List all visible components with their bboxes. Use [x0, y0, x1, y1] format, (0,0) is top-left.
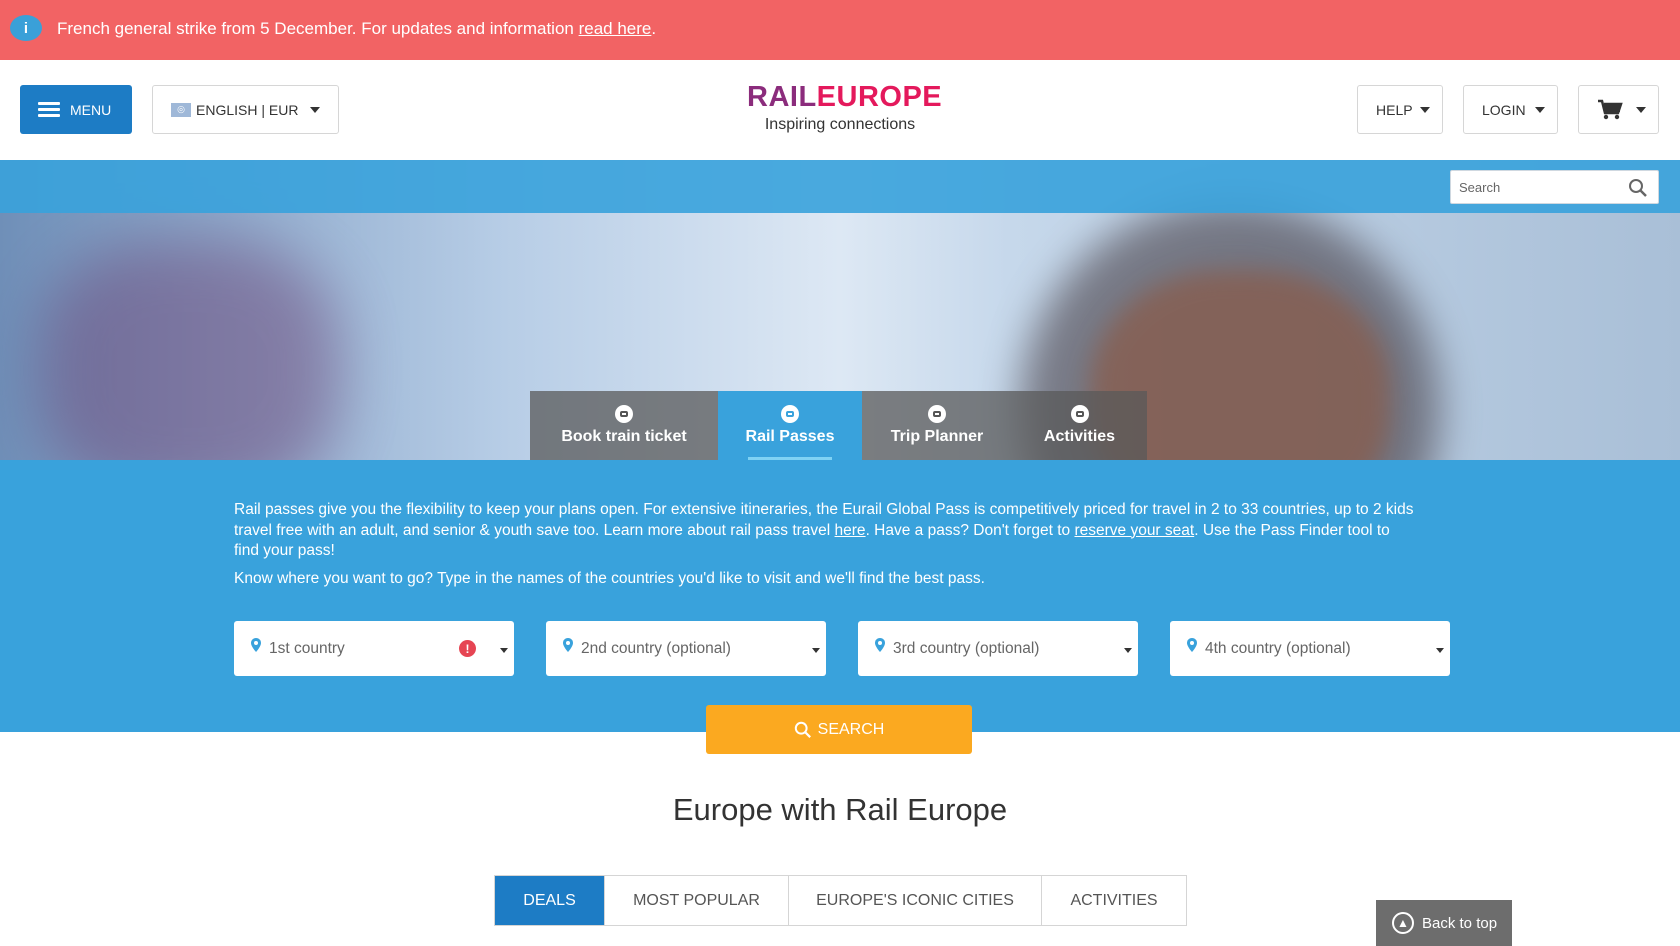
alert-text: French general strike from 5 December. F… — [57, 19, 579, 38]
chevron-down-icon — [1436, 648, 1444, 653]
alert-banner: i French general strike from 5 December.… — [0, 0, 1680, 60]
location-pin-icon — [875, 638, 885, 652]
pass-icon — [781, 405, 799, 423]
back-to-top-label: Back to top — [1422, 914, 1498, 932]
login-button[interactable]: LOGIN — [1463, 85, 1558, 134]
country-prompt: Know where you want to go? Type in the n… — [234, 570, 985, 587]
section-title: Europe with Rail Europe — [672, 792, 1008, 827]
search-icon — [794, 721, 811, 738]
menu-button[interactable]: MENU — [20, 85, 132, 134]
logo-rail: RAIL — [747, 81, 817, 113]
tab-europes-iconic-cities[interactable]: EUROPE'S ICONIC CITIES — [789, 876, 1042, 925]
tab-label: Activities — [1043, 428, 1116, 445]
intro-text: . Have a pass? Don't forget to — [865, 521, 1075, 539]
search-placeholder: Search — [1459, 179, 1501, 195]
chevron-down-icon — [1124, 648, 1132, 653]
country-fields: 1st country ! 2nd country (optional) 3rd… — [234, 621, 1450, 676]
menu-label: MENU — [70, 101, 112, 118]
tab-label: Rail Passes — [745, 428, 835, 445]
arrow-up-icon: ▲ — [1392, 912, 1414, 934]
tab-deals[interactable]: DEALS — [495, 876, 605, 925]
tab-book-train-ticket[interactable]: Book train ticket — [530, 391, 718, 460]
tab-most-popular[interactable]: MOST POPULAR — [605, 876, 789, 925]
chevron-down-icon — [812, 648, 820, 653]
tab-activities[interactable]: Activities — [1012, 391, 1147, 460]
rail-pass-finder-panel: Rail passes give you the flexibility to … — [0, 460, 1680, 732]
help-label: HELP — [1376, 101, 1413, 118]
train-icon — [615, 405, 633, 423]
section-tabs: DEALS MOST POPULAR EUROPE'S ICONIC CITIE… — [494, 875, 1187, 926]
cart-icon — [1598, 99, 1623, 119]
hamburger-icon — [38, 101, 60, 118]
tab-trip-planner[interactable]: Trip Planner — [862, 391, 1012, 460]
alert-suffix: . — [651, 19, 657, 38]
site-search-input[interactable]: Search — [1450, 170, 1659, 204]
country-placeholder: 2nd country (optional) — [581, 639, 731, 657]
alert-read-here-link[interactable]: read here — [579, 19, 652, 38]
hero-top-band — [0, 160, 1680, 213]
language-label: ENGLISH | EUR — [196, 101, 299, 118]
chevron-down-icon — [1535, 107, 1545, 113]
chevron-down-icon — [1636, 107, 1646, 113]
hero-image-blur — [40, 240, 340, 460]
tab-activities-section[interactable]: ACTIVITIES — [1042, 876, 1186, 925]
rail-pass-intro: Rail passes give you the flexibility to … — [234, 500, 1414, 562]
chevron-down-icon — [1420, 107, 1430, 113]
required-warning-icon: ! — [459, 640, 476, 657]
country-select-3[interactable]: 3rd country (optional) — [858, 621, 1138, 676]
booking-tabs: Book train ticket Rail Passes Trip Plann… — [530, 391, 1147, 460]
location-pin-icon — [251, 638, 261, 652]
login-label: LOGIN — [1482, 101, 1526, 118]
chevron-down-icon — [310, 107, 320, 113]
learn-more-here-link[interactable]: here — [835, 522, 866, 539]
pass-search-button[interactable]: SEARCH — [706, 705, 972, 754]
tab-label: Trip Planner — [890, 428, 984, 445]
rail-europe-logo[interactable]: RAILEUROPE Inspiring connections — [747, 80, 942, 140]
search-button-label: SEARCH — [817, 720, 885, 738]
logo-tagline: Inspiring connections — [764, 116, 916, 133]
country-select-4[interactable]: 4th country (optional) — [1170, 621, 1450, 676]
logo-europe: EUROPE — [816, 81, 943, 113]
reserve-your-seat-link[interactable]: reserve your seat — [1074, 522, 1194, 539]
calendar-icon — [928, 405, 946, 423]
tab-rail-passes[interactable]: Rail Passes — [718, 391, 862, 460]
location-pin-icon — [1187, 638, 1197, 652]
cart-button[interactable] — [1578, 85, 1659, 134]
location-pin-icon — [563, 638, 573, 652]
search-icon[interactable] — [1628, 178, 1648, 198]
country-placeholder: 4th country (optional) — [1205, 639, 1351, 657]
ticket-icon — [1070, 405, 1089, 423]
site-header: MENU ◎ ENGLISH | EUR RAILEUROPE Inspirin… — [0, 60, 1680, 160]
country-placeholder: 3rd country (optional) — [893, 639, 1040, 657]
country-select-2[interactable]: 2nd country (optional) — [546, 621, 826, 676]
logo-wordmark: RAILEUROPE — [747, 80, 942, 114]
help-button[interactable]: HELP — [1357, 85, 1443, 134]
back-to-top-button[interactable]: ▲ Back to top — [1376, 900, 1512, 946]
alert-message: French general strike from 5 December. F… — [57, 19, 656, 39]
language-currency-selector[interactable]: ◎ ENGLISH | EUR — [152, 85, 339, 134]
info-icon: i — [10, 15, 42, 41]
chevron-down-icon — [500, 648, 508, 653]
country-placeholder: 1st country — [269, 639, 345, 657]
hero-banner: Search Book train ticket Rail Passes Tri… — [0, 160, 1680, 460]
tab-label: Book train ticket — [561, 428, 687, 445]
country-select-1[interactable]: 1st country ! — [234, 621, 514, 676]
flag-icon: ◎ — [171, 102, 191, 117]
